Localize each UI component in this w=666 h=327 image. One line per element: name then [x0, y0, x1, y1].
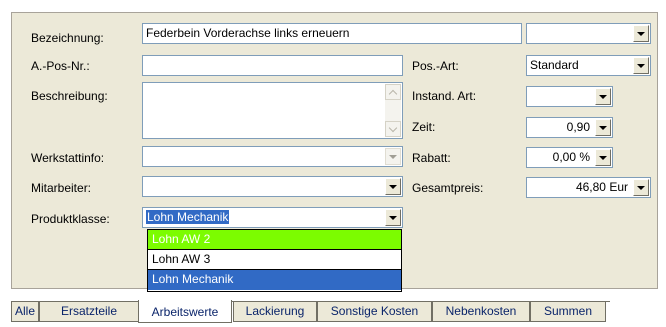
chevron-down-icon	[388, 123, 398, 132]
tab-alle[interactable]: Alle	[11, 302, 39, 322]
posart-dropdown-button[interactable]	[633, 57, 649, 74]
instand-label: Instand. Art:	[412, 89, 477, 103]
rabatt-dropdown-button[interactable]	[595, 149, 611, 166]
chevron-down-icon	[637, 63, 645, 68]
apos-input[interactable]	[142, 55, 403, 76]
chevron-down-icon	[389, 215, 397, 220]
chevron-down-icon	[637, 185, 645, 190]
gesamtpreis-value: 46,80 Eur	[575, 180, 628, 194]
rabatt-select[interactable]: 0,00 %	[526, 147, 613, 168]
tab-nebenkosten[interactable]: Nebenkosten	[432, 302, 530, 322]
beschreibung-textarea[interactable]	[142, 82, 403, 139]
produktklasse-dropdown-button[interactable]	[385, 209, 401, 226]
gesamtpreis-select[interactable]: 46,80 Eur	[526, 177, 651, 198]
tab-lackierung[interactable]: Lackierung	[233, 302, 317, 322]
chevron-down-icon	[599, 125, 607, 130]
chevron-down-icon	[637, 31, 645, 36]
tab-sonstige-kosten[interactable]: Sonstige Kosten	[317, 302, 432, 322]
bezeichnung-label: Bezeichnung:	[31, 31, 104, 45]
bezeichnung-dropdown-button[interactable]	[633, 25, 649, 42]
zeit-label: Zeit:	[412, 120, 436, 134]
zeit-select[interactable]: 0,90	[526, 117, 613, 138]
bezeichnung-input[interactable]: Federbein Vorderachse links erneuern	[142, 23, 522, 44]
posart-value: Standard	[530, 58, 579, 72]
chevron-down-icon	[389, 154, 397, 159]
beschreibung-scrollbar[interactable]	[385, 84, 401, 137]
mitarbeiter-dropdown-button[interactable]	[385, 178, 401, 195]
instand-dropdown-button[interactable]	[595, 88, 611, 105]
zeit-dropdown-button[interactable]	[595, 119, 611, 136]
mitarbeiter-select[interactable]	[142, 176, 403, 197]
apos-label: A.-Pos-Nr.:	[31, 59, 90, 73]
posart-label: Pos.-Art:	[412, 59, 459, 73]
gesamtpreis-dropdown-button[interactable]	[633, 179, 649, 196]
tab-summen[interactable]: Summen	[530, 302, 606, 322]
tab-ersatzteile[interactable]: Ersatzteile	[39, 302, 139, 322]
werkstattinfo-label: Werkstattinfo:	[31, 151, 105, 165]
werkstattinfo-input[interactable]	[142, 146, 403, 167]
produktklasse-select[interactable]: Lohn Mechanik	[142, 207, 403, 228]
chevron-up-icon	[388, 89, 398, 98]
chevron-down-icon	[389, 184, 397, 189]
dropdown-option-lohn-mechanik[interactable]: Lohn Mechanik	[148, 270, 401, 290]
zeit-value: 0,90	[566, 120, 590, 134]
produktklasse-label: Produktklasse:	[31, 212, 110, 226]
beschreibung-label: Beschreibung:	[31, 89, 108, 103]
chevron-down-icon	[599, 155, 607, 160]
dropdown-option-lohn-aw-3[interactable]: Lohn AW 3	[148, 250, 401, 270]
gesamtpreis-label: Gesamtpreis:	[412, 181, 484, 195]
produktklasse-dropdown-list: Lohn AW 2 Lohn AW 3 Lohn Mechanik	[147, 229, 402, 292]
rabatt-label: Rabatt:	[412, 151, 451, 165]
mitarbeiter-label: Mitarbeiter:	[31, 181, 92, 195]
rabatt-value: 0,00 %	[552, 150, 590, 164]
chevron-down-icon	[599, 94, 607, 99]
posart-select[interactable]: Standard	[526, 55, 651, 76]
tab-arbeitswerte[interactable]: Arbeitswerte	[138, 300, 232, 323]
bezeichnung-select[interactable]	[526, 23, 651, 44]
instand-select[interactable]	[526, 86, 613, 107]
scroll-down-button[interactable]	[385, 121, 401, 137]
dropdown-option-lohn-aw-2[interactable]: Lohn AW 2	[148, 230, 401, 250]
produktklasse-value: Lohn Mechanik	[146, 210, 230, 224]
scroll-up-button[interactable]	[385, 84, 401, 100]
werkstattinfo-spin-button	[385, 148, 401, 165]
